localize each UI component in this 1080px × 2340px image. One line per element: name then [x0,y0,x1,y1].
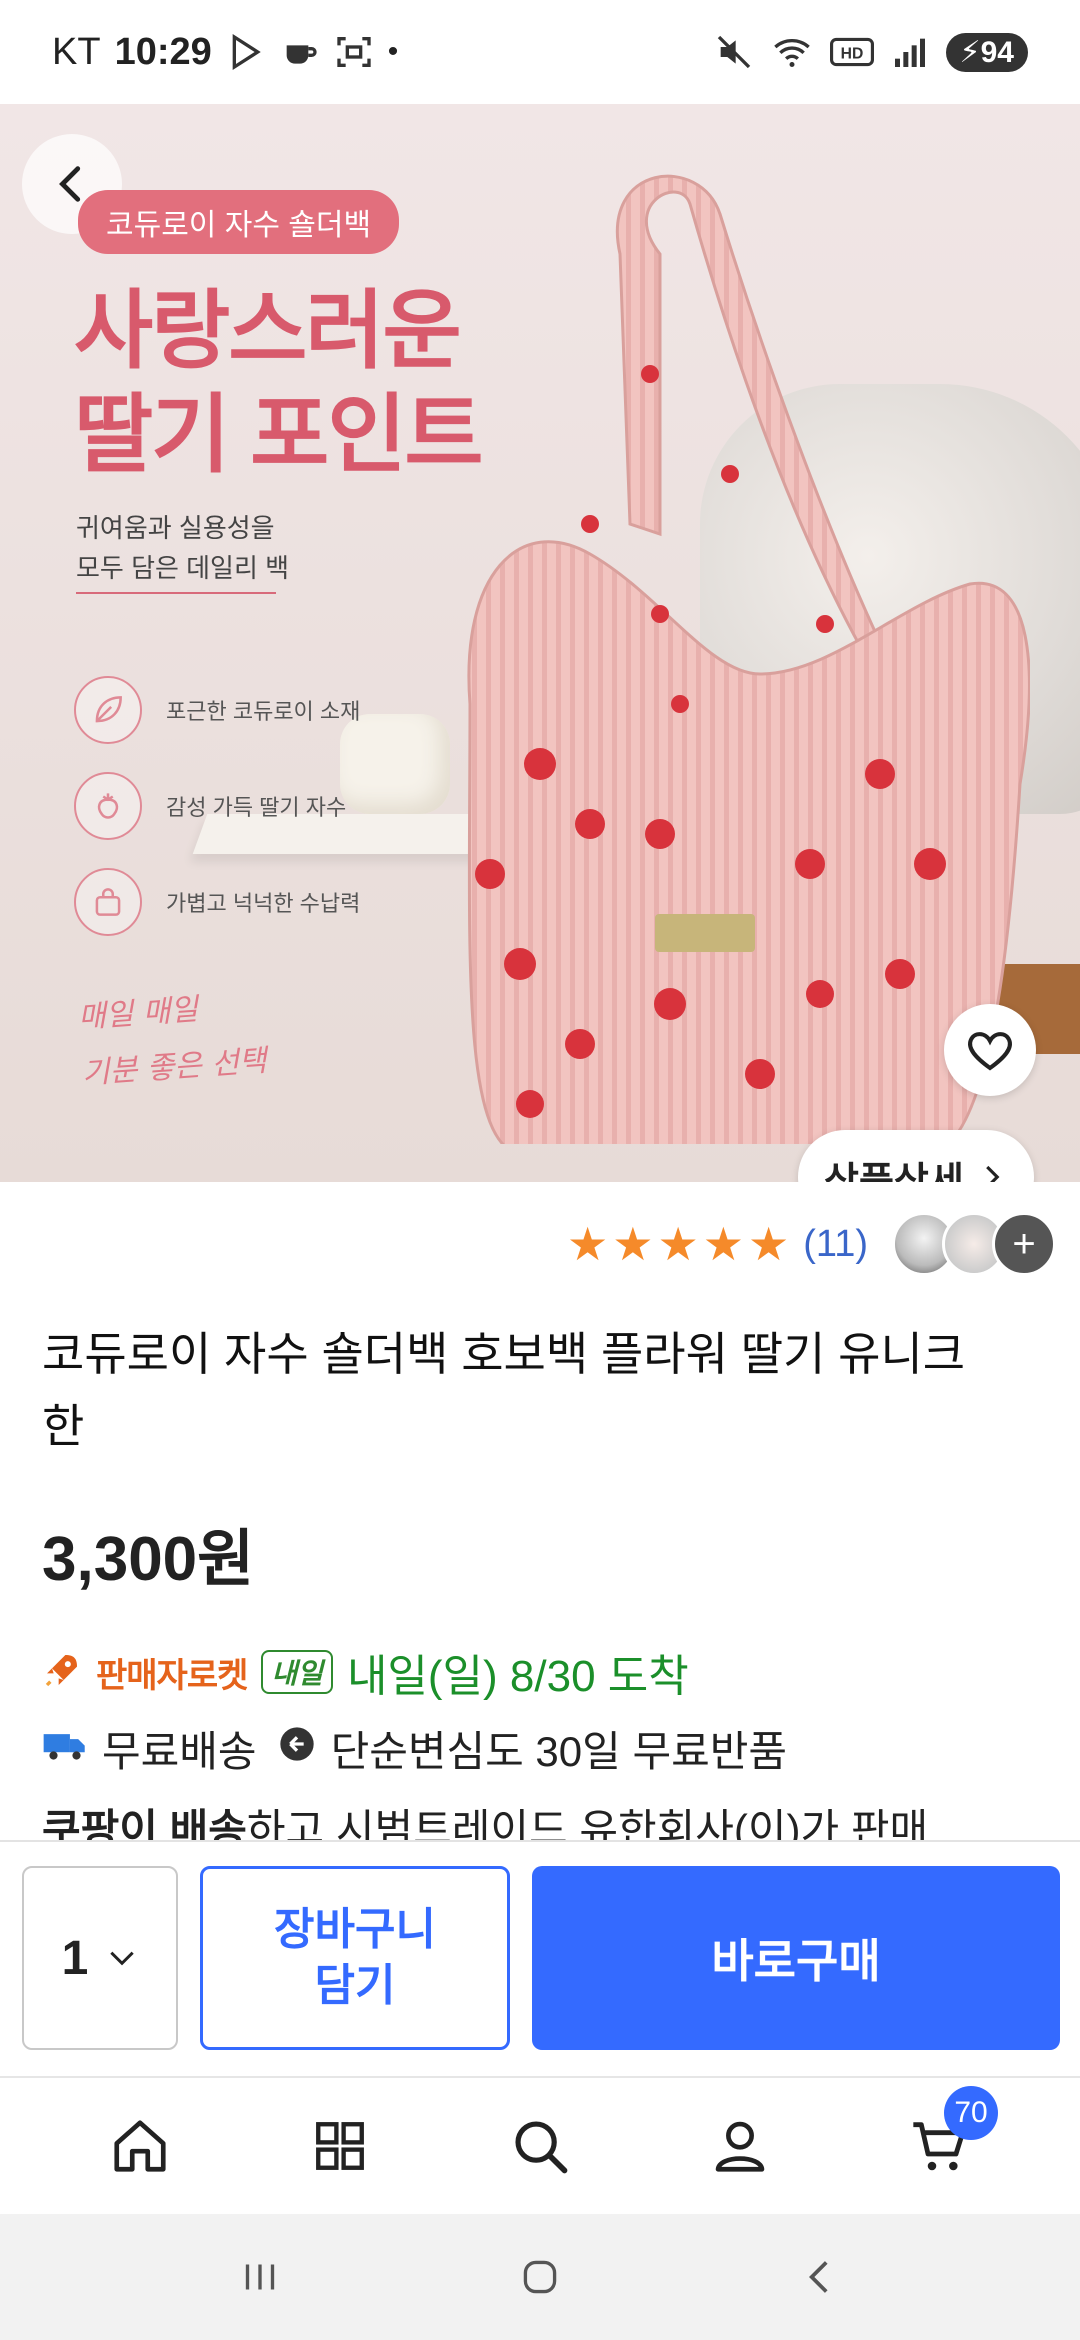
buy-now-button[interactable]: 바로구매 [532,1866,1060,2050]
star-icon: ★ [657,1218,699,1270]
grid-icon [316,2122,364,2170]
purchase-action-bar: 1 장바구니 담기 바로구매 [0,1840,1080,2076]
screenshot-icon [334,32,374,72]
product-title: 코듀로이 자수 숄더백 호보백 플라워 딸기 유니크한 [42,1328,966,1452]
tomorrow-badge: 내일 [261,1650,333,1694]
carrier-label: KT [52,30,101,73]
system-navigation-bar [0,2214,1080,2340]
signal-icon [890,32,930,72]
coffee-icon [280,32,320,72]
hero-feature: 포근한 코듀로이 소재 [74,676,360,744]
hd-voice-icon: HD [829,32,874,72]
star-icon: ★ [566,1218,609,1270]
product-bag-image [467,174,1030,1144]
leaf-icon [74,676,142,744]
more-photos-icon[interactable]: + [992,1212,1056,1276]
svg-text:HD: HD [840,45,863,62]
product-detail-button[interactable]: 상품상세 [798,1130,1034,1182]
bottom-tab-bar: 70 [0,2076,1080,2214]
favorite-button[interactable] [944,1004,1036,1096]
tab-home[interactable] [80,2086,200,2206]
recent-apps-button[interactable] [200,2227,320,2327]
tab-cart[interactable]: 70 [880,2086,1000,2206]
rocket-icon [42,1650,82,1695]
return-icon [277,1724,317,1774]
chevron-right-icon [985,1165,1000,1182]
strawberry-icon [74,772,142,840]
arrival-date: 내일(일) 8/30 도착 [346,1652,689,1701]
home-icon [114,2120,166,2172]
free-shipping-label: 무료배송 [102,1728,257,1775]
product-price: 3,300원 [42,1525,255,1594]
quantity-select[interactable]: 1 [22,1866,178,2050]
bag-icon [74,868,142,936]
hero-title: 사랑스러운 딸기 포인트 [74,283,483,483]
star-icon: ★ [612,1218,654,1270]
heart-icon [968,1032,1012,1071]
truck-icon [42,1724,88,1774]
recent-apps-icon [245,2264,275,2290]
star-icon: ★ [747,1218,790,1270]
rating-summary[interactable]: ★ ★ ★ ★ ★ (11) + [567,1212,1056,1276]
notification-dot-icon: • [387,35,399,68]
review-count[interactable]: (11) [803,1223,868,1266]
wifi-icon [770,32,814,72]
play-store-icon [226,32,266,72]
add-to-cart-button[interactable]: 장바구니 담기 [200,1866,510,2050]
delivery-info: 판매자로켓 내일 내일(일) 8/30 도착 [42,1640,689,1704]
tab-categories[interactable] [280,2086,400,2206]
hero-feature: 감성 가득 딸기 자수 [74,772,346,840]
hero-description: 귀여움과 실용성을 모두 담은 데일리 백 [76,513,290,583]
hero-underline [76,592,276,594]
chevron-down-icon [110,1951,135,1966]
product-image-carousel[interactable]: 코듀로이 자수 숄더백 사랑스러운 딸기 포인트 귀여움과 실용성을 모두 담은… [0,104,1080,1182]
hero-feature: 가볍고 넉넉한 수납력 [74,868,360,936]
cart-count-badge: 70 [944,2086,998,2140]
home-circle-icon [523,2260,557,2294]
rocket-label: 판매자로켓 [96,1656,248,1695]
battery-indicator: ⚡94 [945,32,1028,72]
hero-script-text: 매일 매일 기분 좋은 선택 [77,992,268,1092]
search-icon [515,2121,568,2174]
status-bar: KT 10:29 • HD ⚡94 [0,0,1080,104]
review-photos[interactable]: + [892,1212,1056,1276]
home-button[interactable] [480,2227,600,2327]
user-icon [715,2121,765,2172]
back-arrow-icon [809,2261,828,2293]
hero-tag: 코듀로이 자수 숄더백 [78,190,400,254]
system-back-button[interactable] [760,2227,880,2327]
clock: 10:29 [114,30,212,73]
tab-search[interactable] [480,2086,600,2206]
free-return-label: 단순변심도 30일 무료반품 [330,1728,788,1775]
star-icon: ★ [702,1218,744,1270]
tab-my-account[interactable] [680,2086,800,2206]
shipping-info: 무료배송 단순변심도 30일 무료반품 [42,1718,787,1779]
mute-icon [714,32,754,72]
